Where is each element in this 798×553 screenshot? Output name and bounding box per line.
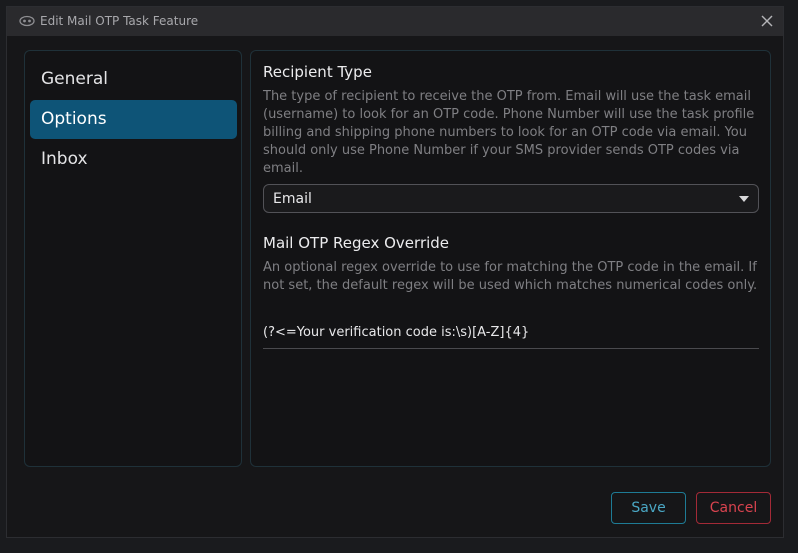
options-panel: Recipient Type The type of recipient to … [250,50,771,467]
title-bar: Edit Mail OTP Task Feature [7,7,783,36]
recipient-type-value: Email [273,191,312,207]
chevron-down-icon [739,196,749,202]
save-button[interactable]: Save [611,492,686,524]
dialog-window: Edit Mail OTP Task Feature General Optio… [6,6,784,538]
recipient-type-select[interactable]: Email [263,184,759,213]
sidebar-item-options[interactable]: Options [30,100,237,139]
regex-override-title: Mail OTP Regex Override [263,234,450,252]
sidebar-item-inbox[interactable]: Inbox [30,140,237,179]
sidebar-item-general[interactable]: General [30,60,237,99]
close-icon[interactable] [759,13,775,29]
window-title: Edit Mail OTP Task Feature [40,14,199,28]
app-logo-icon [19,15,35,27]
recipient-type-title: Recipient Type [263,63,372,81]
cancel-button[interactable]: Cancel [696,492,771,524]
regex-override-description: An optional regex override to use for ma… [263,260,758,293]
regex-override-input[interactable] [263,321,759,349]
settings-sidebar: General Options Inbox [24,50,242,467]
recipient-type-description: The type of recipient to receive the OTP… [263,89,755,176]
